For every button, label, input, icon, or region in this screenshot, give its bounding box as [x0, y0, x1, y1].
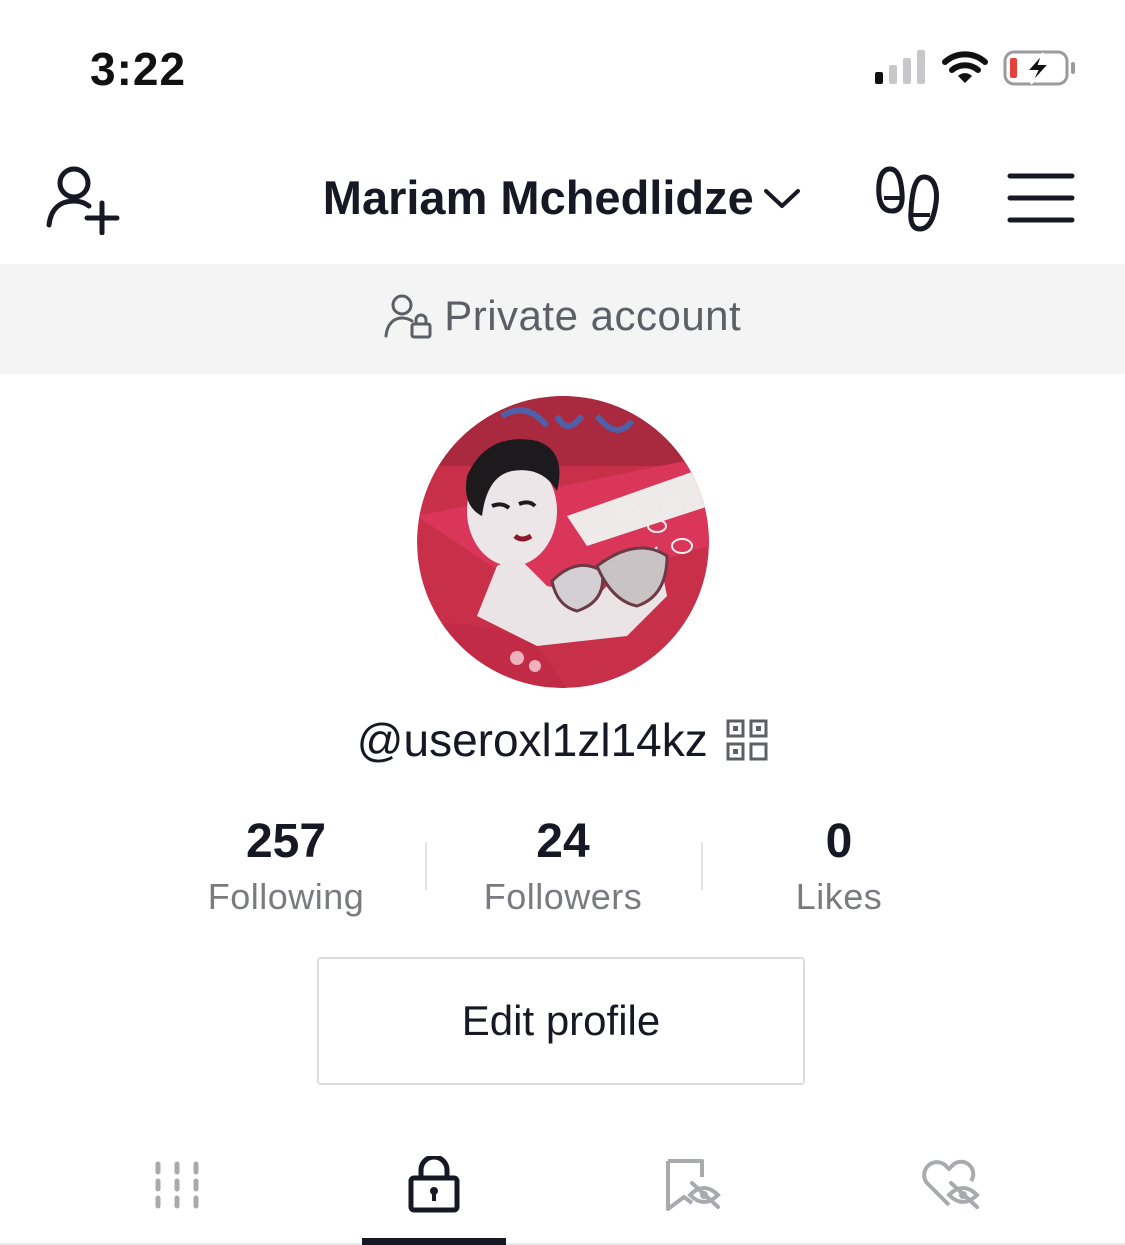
private-account-banner: Private account	[0, 264, 1125, 374]
status-time: 3:22	[90, 43, 187, 95]
user-lock-icon	[384, 294, 432, 339]
edit-profile-button[interactable]: Edit profile	[317, 957, 805, 1085]
battery-charging-icon	[1003, 50, 1075, 86]
username-row: @useroxl1zl14kz	[0, 713, 1125, 767]
qr-code-icon[interactable]	[726, 719, 768, 761]
avatar[interactable]	[417, 396, 709, 688]
private-account-label: Private account	[444, 292, 742, 339]
stat-following[interactable]: 257 Following	[148, 812, 424, 918]
menu-icon[interactable]	[1006, 170, 1076, 226]
wifi-icon	[942, 51, 988, 83]
stat-value: 24	[536, 815, 590, 868]
stat-value: 257	[245, 815, 327, 868]
tab-private[interactable]	[364, 1150, 504, 1220]
tab-videos[interactable]	[107, 1150, 247, 1220]
stat-value: 0	[825, 815, 853, 868]
signal-icon	[875, 50, 925, 84]
active-tab-indicator	[362, 1238, 506, 1245]
heart-hidden-icon	[922, 1159, 980, 1209]
stat-likes[interactable]: 0 Likes	[701, 812, 977, 918]
status-icons	[875, 50, 1075, 86]
grid-icon	[155, 1161, 199, 1209]
footprints-icon[interactable]	[876, 165, 942, 235]
lock-icon	[408, 1156, 460, 1213]
page-title: Mariam Mchedlidze	[322, 171, 754, 224]
chevron-down-icon	[764, 188, 801, 208]
stat-label: Likes	[795, 876, 883, 917]
tab-liked[interactable]	[880, 1150, 1020, 1220]
tab-saved[interactable]	[623, 1150, 763, 1220]
account-switcher[interactable]: Mariam Mchedlidze	[0, 170, 1125, 225]
username: @useroxl1zl14kz	[356, 714, 708, 766]
stat-followers[interactable]: 24 Followers	[425, 812, 701, 918]
bookmark-hidden-icon	[666, 1159, 721, 1211]
stat-label: Followers	[483, 876, 643, 917]
stat-label: Following	[207, 876, 365, 917]
